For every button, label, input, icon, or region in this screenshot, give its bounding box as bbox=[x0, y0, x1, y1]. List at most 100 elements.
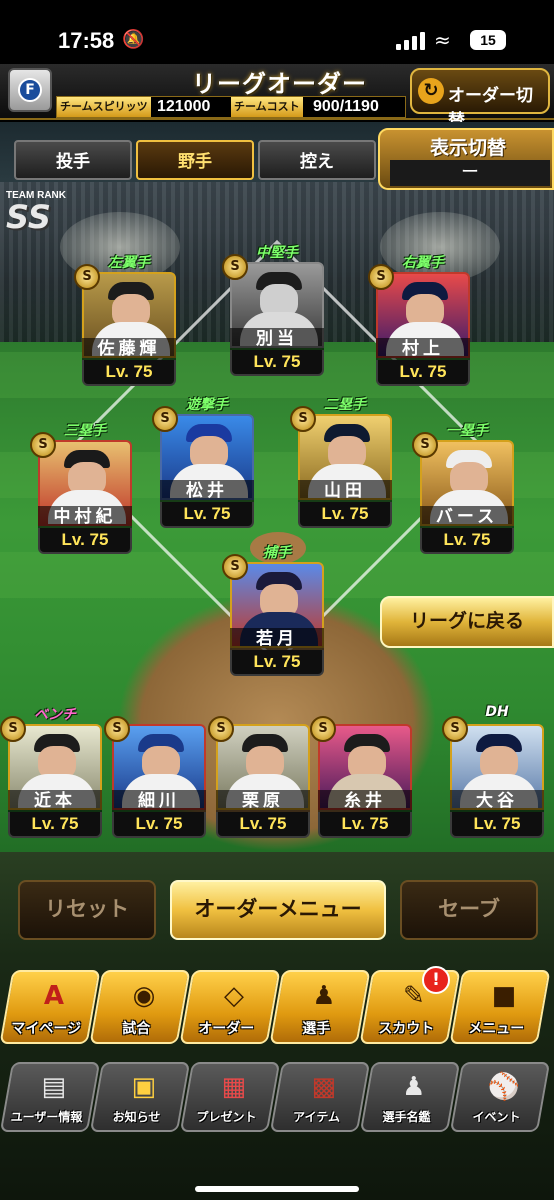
nav-label: マイページ bbox=[11, 1021, 82, 1037]
player-card-left-field[interactable]: 左翼手 佐藤輝 Lv. 75 S bbox=[74, 255, 176, 390]
player-level: Lv. 75 bbox=[216, 812, 310, 838]
a-emblem-icon: A bbox=[43, 981, 65, 1011]
tab-bench[interactable]: 控え bbox=[258, 140, 376, 180]
player-card-catcher[interactable]: 捕手 若月 Lv. 75 S bbox=[222, 545, 324, 680]
player-level: Lv. 75 bbox=[230, 650, 324, 676]
team-logo-icon: F bbox=[18, 78, 42, 102]
page-title: リーグオーダー bbox=[192, 71, 367, 98]
team-cost-value: 900/1190 bbox=[313, 98, 379, 115]
position-label: DH bbox=[485, 704, 509, 720]
order-switch-button[interactable]: ↻ オーダー切替 bbox=[410, 68, 550, 130]
gift-icon: ▦ bbox=[221, 1072, 247, 1102]
player-card-shortstop[interactable]: 遊撃手 松井 Lv. 75 S bbox=[152, 397, 254, 532]
order-menu-button[interactable]: オーダーメニュー bbox=[170, 880, 386, 940]
player-card-dh[interactable]: DH 大谷 Lv. 75 S bbox=[442, 704, 544, 842]
s-rank-badge-icon: S bbox=[30, 432, 56, 458]
team-spirit-label: チームスピリッツ bbox=[57, 97, 151, 117]
player-level: Lv. 75 bbox=[38, 528, 132, 554]
nav-label: アイテム bbox=[293, 1110, 340, 1124]
battery-indicator: 15 bbox=[470, 30, 506, 50]
bench-player-card[interactable]: ベンチ 近本 Lv. 75 S bbox=[0, 707, 102, 842]
team-spirit-value: 121000 bbox=[157, 98, 211, 115]
nav-event[interactable]: ⚾ イベント bbox=[449, 1062, 551, 1132]
bench-player-card[interactable]: 糸井 Lv. 75 S bbox=[310, 716, 412, 842]
player-level: Lv. 75 bbox=[318, 812, 412, 838]
bench-player-card[interactable]: 栗原 Lv. 75 S bbox=[208, 716, 310, 842]
s-rank-badge-icon: S bbox=[208, 716, 234, 742]
silent-bell-icon: 🔕 bbox=[122, 29, 145, 50]
nav-label: イベント bbox=[472, 1110, 521, 1124]
s-rank-badge-icon: S bbox=[222, 254, 248, 280]
player-name: 細川 bbox=[112, 790, 206, 812]
player-name: バース bbox=[420, 506, 514, 528]
menu-mascot-icon: ■ bbox=[491, 981, 517, 1011]
team-rank-value: SS bbox=[6, 198, 51, 236]
player-card-center-field[interactable]: 中堅手 別当 Lv. 75 S bbox=[222, 245, 324, 380]
status-bar: 17:58 🔕 ≈ 15 bbox=[0, 0, 554, 64]
display-toggle-button[interactable]: 表示切替 ー bbox=[378, 128, 554, 190]
s-rank-badge-icon: S bbox=[104, 716, 130, 742]
nav-notices[interactable]: ▣ お知らせ bbox=[89, 1062, 191, 1132]
player-level: Lv. 75 bbox=[376, 360, 470, 386]
s-rank-badge-icon: S bbox=[412, 432, 438, 458]
tab-fielder[interactable]: 野手 bbox=[136, 140, 254, 180]
nav-order[interactable]: ◇ オーダー bbox=[179, 970, 281, 1044]
player-name: 村上 bbox=[376, 338, 470, 360]
team-rank: TEAM RANK SS bbox=[6, 190, 66, 233]
tab-pitcher[interactable]: 投手 bbox=[14, 140, 132, 180]
nav-label: 選手 bbox=[302, 1021, 331, 1037]
player-name: 大谷 bbox=[450, 790, 544, 812]
home-indicator[interactable] bbox=[195, 1186, 359, 1192]
player-card-right-field[interactable]: 右翼手 村上 Lv. 75 S bbox=[368, 255, 470, 390]
clock: 17:58 bbox=[58, 28, 115, 53]
bench-player-card[interactable]: 細川 Lv. 75 S bbox=[104, 716, 206, 842]
nav-players[interactable]: ♟ 選手 bbox=[269, 970, 371, 1044]
player-name: 中村紀 bbox=[38, 506, 132, 528]
s-rank-badge-icon: S bbox=[152, 406, 178, 432]
main-nav: A マイページ ◉ 試合 ◇ オーダー ♟ 選手 ✎ スカウト ■ メニュー bbox=[0, 970, 554, 1048]
s-rank-badge-icon: S bbox=[74, 264, 100, 290]
nav-game[interactable]: ◉ 試合 bbox=[89, 970, 191, 1044]
nav-items[interactable]: ▩ アイテム bbox=[269, 1062, 371, 1132]
tab-fielder-label: 野手 bbox=[178, 152, 212, 171]
s-rank-badge-icon: S bbox=[222, 554, 248, 580]
player-level: Lv. 75 bbox=[8, 812, 102, 838]
diamond-icon: ◇ bbox=[223, 981, 244, 1011]
player-card-first-base[interactable]: 一塁手 バース Lv. 75 S bbox=[412, 423, 514, 558]
nav-user-info[interactable]: ▤ ユーザー情報 bbox=[0, 1062, 101, 1132]
order-header: F リーグオーダー チームスピリッツ 121000 チームコスト 900/119… bbox=[0, 64, 554, 130]
player-name: 佐藤輝 bbox=[82, 338, 176, 360]
reset-button[interactable]: リセット bbox=[18, 880, 156, 940]
nav-mypage[interactable]: A マイページ bbox=[0, 970, 101, 1044]
wifi-icon: ≈ bbox=[434, 28, 451, 52]
team-cost-label: チームコスト bbox=[231, 97, 303, 117]
s-rank-badge-icon: S bbox=[368, 264, 394, 290]
player-level: Lv. 75 bbox=[420, 528, 514, 554]
sub-nav: ▤ ユーザー情報 ▣ お知らせ ▦ プレゼント ▩ アイテム ♟ 選手名鑑 ⚾ … bbox=[0, 1062, 554, 1134]
player-name: 糸井 bbox=[318, 790, 412, 812]
player-level: Lv. 75 bbox=[160, 502, 254, 528]
return-to-league-button[interactable]: リーグに戻る bbox=[380, 596, 554, 648]
s-rank-badge-icon: S bbox=[290, 406, 316, 432]
nav-label: オーダー bbox=[198, 1021, 255, 1037]
nav-menu[interactable]: ■ メニュー bbox=[449, 970, 551, 1044]
team-stats-bar: チームスピリッツ 121000 チームコスト 900/1190 bbox=[56, 96, 406, 118]
nav-present[interactable]: ▦ プレゼント bbox=[179, 1062, 281, 1132]
nav-label: プレゼント bbox=[196, 1110, 257, 1124]
save-button[interactable]: セーブ bbox=[400, 880, 538, 940]
scout-notification-badge: ! bbox=[422, 966, 450, 994]
nav-label: 試合 bbox=[122, 1021, 151, 1037]
team-logo-button[interactable]: F bbox=[8, 68, 52, 112]
player-card-second-base[interactable]: 二塁手 山田 Lv. 75 S bbox=[290, 397, 392, 532]
stadium-icon: ◉ bbox=[132, 981, 156, 1011]
s-rank-badge-icon: S bbox=[442, 716, 468, 742]
display-toggle-label: 表示切替 bbox=[429, 137, 506, 159]
nav-player-directory[interactable]: ♟ 選手名鑑 bbox=[359, 1062, 461, 1132]
nav-label: 選手名鑑 bbox=[382, 1110, 431, 1124]
player-level: Lv. 75 bbox=[298, 502, 392, 528]
tab-bench-label: 控え bbox=[300, 152, 334, 171]
s-rank-badge-icon: S bbox=[310, 716, 336, 742]
player-name: 近本 bbox=[8, 790, 102, 812]
display-toggle-value: ー bbox=[390, 160, 550, 186]
player-card-third-base[interactable]: 三塁手 中村紀 Lv. 75 S bbox=[30, 423, 132, 558]
